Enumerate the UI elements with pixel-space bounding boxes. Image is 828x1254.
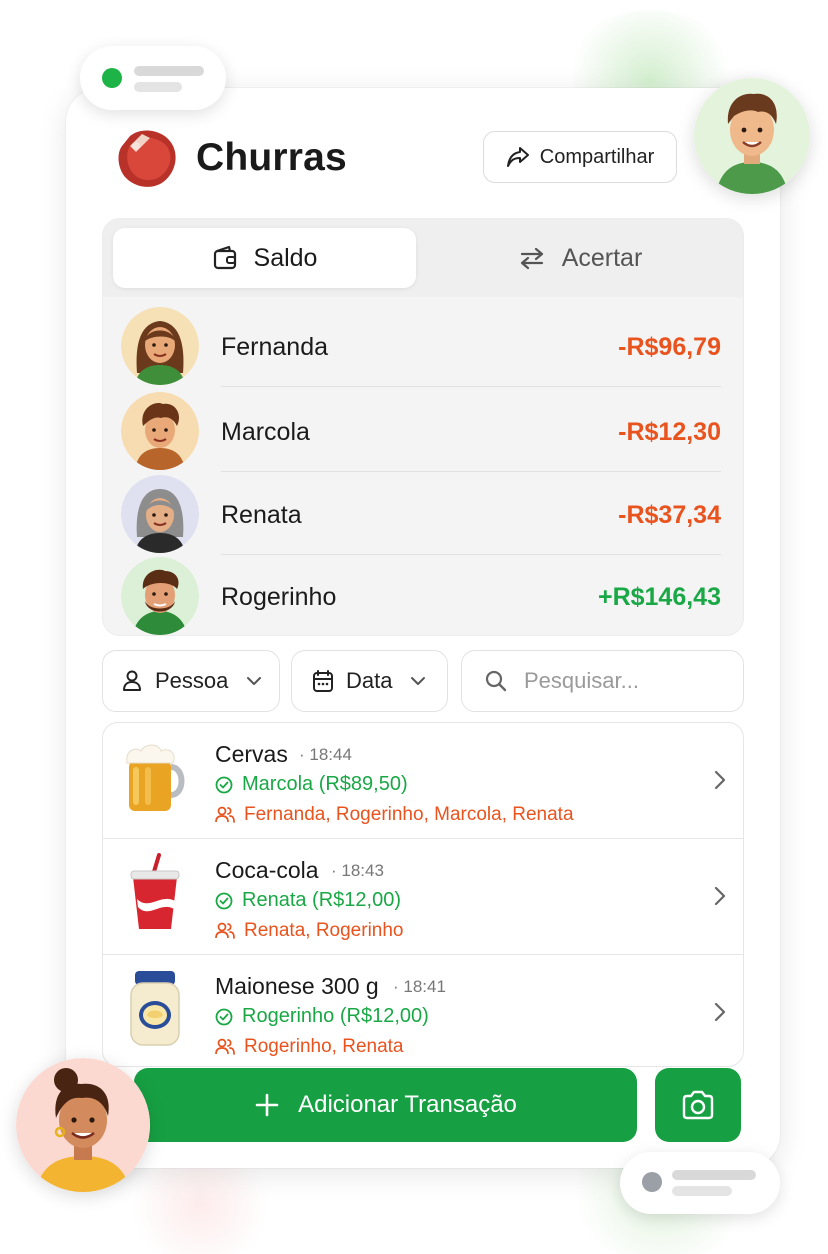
balance-amount: -R$37,34	[618, 501, 721, 529]
avatar	[121, 475, 199, 553]
transaction-name: Coca-cola	[215, 857, 319, 883]
person-name: Marcola	[221, 418, 310, 446]
add-transaction-button[interactable]: Adicionar Transação	[134, 1068, 637, 1142]
avatar	[121, 392, 199, 470]
camera-button[interactable]	[655, 1068, 741, 1142]
floating-avatar-man	[694, 78, 810, 194]
transaction-time: · 18:41	[393, 977, 446, 996]
chevron-down-icon	[411, 677, 426, 685]
person-icon	[123, 670, 141, 691]
balance-row-fernanda[interactable]: Fernanda -R$96,79	[103, 303, 743, 387]
tab-acertar-label: Acertar	[561, 243, 643, 272]
add-transaction-label: Adicionar Transação	[298, 1091, 517, 1118]
transaction-row-coca-cola[interactable]: Coca-cola · 18:43 Renata (R$12,00) Renat…	[103, 839, 743, 955]
balance-amount: +R$146,43	[597, 583, 721, 611]
mayonnaise-jar-icon	[123, 969, 189, 1049]
date-filter-label: Data	[346, 668, 393, 693]
check-circle-icon	[215, 892, 233, 909]
transaction-participants: Rogerinho, Renata	[215, 1036, 404, 1058]
tab-saldo-label: Saldo	[253, 243, 318, 272]
date-filter-dropdown[interactable]: Data	[291, 650, 448, 712]
chevron-right-icon	[714, 1002, 726, 1022]
tab-acertar[interactable]: Acertar	[425, 228, 735, 288]
transaction-payer: Rogerinho (R$12,00)	[215, 1005, 429, 1028]
balance-row-rogerinho[interactable]: Rogerinho +R$146,43	[103, 553, 743, 635]
people-icon	[215, 1038, 235, 1055]
balance-amount: -R$96,79	[618, 333, 721, 361]
transaction-row-cervas[interactable]: Cervas · 18:44 Marcola (R$89,50) Fernand…	[103, 723, 743, 839]
tab-bar: Saldo Acertar	[103, 219, 743, 297]
tab-saldo[interactable]: Saldo	[113, 228, 416, 288]
decorative-status-pill	[620, 1152, 780, 1214]
transaction-time: · 18:44	[299, 745, 352, 764]
floating-avatar-woman	[16, 1058, 150, 1192]
people-icon	[215, 922, 235, 939]
transaction-participants: Renata, Rogerinho	[215, 920, 404, 942]
transaction-row-maionese[interactable]: Maionese 300 g · 18:41 Rogerinho (R$12,0…	[103, 955, 743, 1066]
search-input[interactable]	[524, 668, 724, 694]
balance-row-renata[interactable]: Renata -R$37,34	[103, 471, 743, 555]
steak-logo-icon	[112, 126, 180, 192]
decorative-status-pill	[80, 46, 226, 110]
person-name: Renata	[221, 501, 302, 529]
search-box[interactable]	[461, 650, 744, 712]
chevron-down-icon	[247, 677, 262, 685]
search-icon	[485, 670, 507, 692]
transaction-participants: Fernanda, Rogerinho, Marcola, Renata	[215, 804, 574, 826]
chevron-right-icon	[714, 886, 726, 906]
wallet-icon	[213, 245, 236, 270]
calendar-icon	[313, 670, 333, 692]
check-circle-icon	[215, 1008, 233, 1025]
transaction-time: · 18:43	[331, 861, 384, 880]
share-icon	[506, 147, 529, 167]
transaction-payer: Renata (R$12,00)	[215, 889, 401, 912]
transaction-payer: Marcola (R$89,50)	[215, 773, 408, 796]
person-filter-dropdown[interactable]: Pessoa	[102, 650, 280, 712]
balance-amount: -R$12,30	[618, 418, 721, 446]
share-button[interactable]: Compartilhar	[483, 131, 677, 183]
transaction-list: Cervas · 18:44 Marcola (R$89,50) Fernand…	[102, 722, 744, 1067]
plus-icon	[255, 1093, 279, 1117]
share-button-label: Compartilhar	[539, 145, 655, 168]
transaction-name: Maionese 300 g	[215, 973, 379, 999]
balance-panel: Saldo Acertar Fernanda -R$96,79 Marcola …	[102, 218, 744, 636]
soda-cup-icon	[123, 853, 189, 933]
swap-arrows-icon	[520, 247, 543, 270]
person-filter-label: Pessoa	[155, 668, 229, 693]
check-circle-icon	[215, 776, 233, 793]
person-name: Rogerinho	[221, 583, 337, 611]
beer-mug-icon	[123, 737, 189, 817]
divider	[221, 386, 721, 387]
chevron-right-icon	[714, 770, 726, 790]
avatar	[121, 307, 199, 385]
balance-row-marcola[interactable]: Marcola -R$12,30	[103, 388, 743, 472]
page-title: Churras	[196, 136, 347, 179]
camera-icon	[682, 1090, 714, 1120]
avatar	[121, 557, 199, 635]
people-icon	[215, 806, 235, 823]
transaction-name: Cervas	[215, 741, 288, 767]
person-name: Fernanda	[221, 333, 329, 361]
